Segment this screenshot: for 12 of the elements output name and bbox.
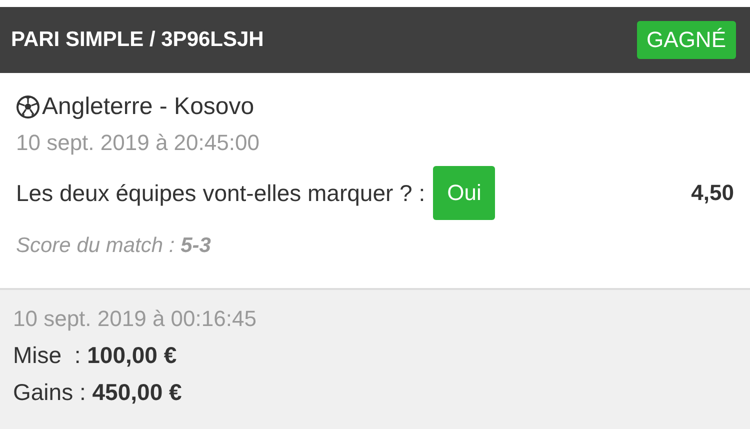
status-badge: GAGNÉ: [636, 21, 736, 59]
pick-badge: Oui: [433, 166, 496, 220]
bet-question: Les deux équipes vont-elles marquer ? :: [16, 180, 426, 206]
amount-line: Mise : 100,00 €: [13, 342, 178, 369]
match-name: Angleterre - Kosovo: [42, 93, 254, 121]
soccer-ball-icon: [16, 95, 40, 119]
bet-title: PARI SIMPLE / 3P96LSJH: [11, 28, 264, 52]
match-date: 10 sept. 2019 à 20:45:00: [16, 130, 260, 156]
odds-value: 4,50: [691, 180, 734, 206]
bet-date: 10 sept. 2019 à 00:16:45: [13, 306, 258, 332]
match-score: Score du match : 5-3: [16, 234, 212, 258]
amount-line: Gains : 450,00 €: [13, 379, 183, 406]
